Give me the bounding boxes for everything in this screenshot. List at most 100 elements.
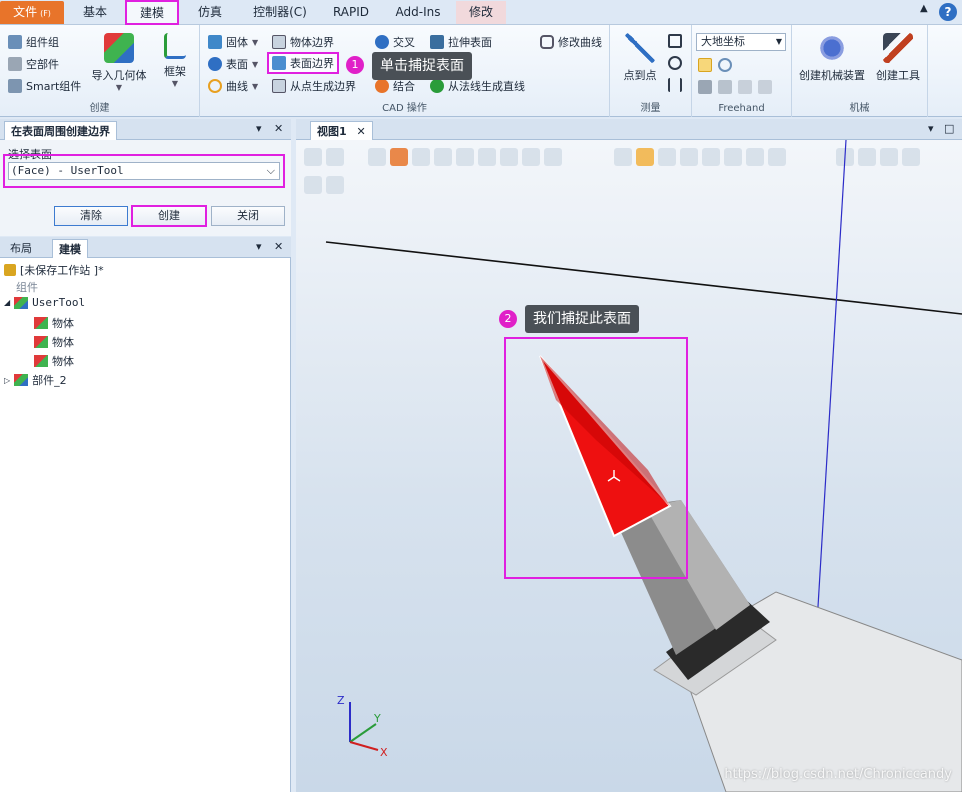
surface-globe-icon (208, 57, 222, 71)
chevron-down-icon: ▼ (115, 83, 123, 92)
move-icon[interactable] (698, 58, 712, 72)
tree-station[interactable]: [未保存工作站 ]* (4, 262, 104, 278)
tree-panel: [未保存工作站 ]* 组件 ◢ UserTool 物体 物体 物体 ▷ 部件_2 (0, 258, 291, 792)
intersect-label: 交叉 (393, 36, 415, 49)
body-icon (34, 355, 48, 367)
boundary-panel-title[interactable]: 在表面周围创建边界 (4, 121, 117, 140)
clear-button[interactable]: 清除 (54, 206, 128, 226)
close-button[interactable]: 关闭 (211, 206, 285, 226)
point-to-point-button[interactable]: 点到点 (618, 33, 662, 83)
smart-component-button[interactable]: Smart组件 (8, 78, 81, 94)
tab-modeling-tree[interactable]: 建模 (52, 239, 88, 258)
tab-addins[interactable]: Add-Ins (384, 1, 452, 24)
maximize-icon[interactable]: □ (944, 122, 954, 135)
close-icon[interactable]: ✕ (274, 240, 283, 253)
group-mechanism: 创建机械装置 创建工具 机械 (792, 25, 928, 117)
chevron-down-icon[interactable]: ▾ (928, 122, 934, 135)
boundary-from-points-button[interactable]: 从点生成边界 (272, 78, 356, 94)
tree-part2[interactable]: ▷ 部件_2 (4, 372, 67, 388)
line-from-normal-button[interactable]: 从法线生成直线 (430, 78, 525, 94)
rotate-icon[interactable] (718, 58, 732, 72)
viewport-3d[interactable]: Z Y X 2 我们捕捉此表面 https://blog.csdn.net/Ch… (296, 140, 962, 792)
close-icon[interactable]: ✕ (357, 125, 366, 138)
component-group-button[interactable]: 组件组 (8, 34, 59, 50)
curve-button[interactable]: 曲线 ▼ (208, 78, 258, 94)
group-cad-label: CAD 操作 (382, 103, 427, 114)
chevron-down-icon: ▼ (252, 81, 259, 91)
modify-curve-label: 修改曲线 (558, 36, 602, 49)
group-mechanism-label: 机械 (849, 103, 870, 114)
body-icon (34, 317, 48, 329)
solid-label: 固体 (226, 36, 248, 49)
chevron-down-icon: ▼ (775, 37, 782, 46)
component-icon (14, 374, 29, 386)
solid-button[interactable]: 固体 ▼ (208, 34, 258, 50)
help-icon[interactable]: ? (939, 3, 957, 21)
diameter-measure-icon[interactable] (668, 56, 682, 70)
tree-body-2[interactable]: 物体 (34, 334, 74, 350)
gears-icon (817, 33, 847, 63)
empty-part-button[interactable]: 空部件 (8, 56, 59, 72)
tab-modeling[interactable]: 建模 (125, 0, 179, 25)
tree-usertool-label: UserTool (32, 296, 86, 309)
distance-measure-icon[interactable] (668, 78, 682, 92)
world-axis-line (815, 140, 847, 641)
tab-view1[interactable]: 视图1 ✕ (310, 121, 373, 140)
tree-usertool[interactable]: ◢ UserTool (4, 296, 85, 309)
group-create-label: 创建 (89, 103, 110, 114)
chevron-down-icon[interactable]: ▾ (256, 240, 262, 253)
select-surface-dropdown[interactable]: (Face) - UserTool ⌵ (8, 162, 280, 180)
frame-axes-icon (164, 33, 186, 59)
tab-layout[interactable]: 布局 (4, 239, 38, 258)
line-from-normal-label: 从法线生成直线 (448, 80, 525, 93)
jog-reorient-icon[interactable] (738, 80, 752, 94)
tree-body-1[interactable]: 物体 (34, 315, 74, 331)
create-button[interactable]: 创建 (131, 205, 207, 227)
component-group-label: 组件组 (26, 36, 59, 49)
tree-body-3[interactable]: 物体 (34, 353, 74, 369)
union-icon (375, 79, 389, 93)
chevron-down-icon[interactable]: ▾ (256, 122, 262, 135)
axis-y-label: Y (373, 712, 381, 725)
jog-linear-icon[interactable] (718, 80, 732, 94)
tab-controller[interactable]: 控制器(C) (242, 1, 318, 24)
frame-button[interactable]: 框架 ▼ (156, 33, 194, 88)
jog-tcp-icon[interactable] (758, 80, 772, 94)
boundary-from-points-label: 从点生成边界 (290, 80, 356, 93)
chevron-down-icon: ▼ (252, 37, 259, 47)
watermark: https://blog.csdn.net/Chroniccandy (724, 767, 952, 782)
body-boundary-button[interactable]: 物体边界 (272, 34, 334, 50)
tab-basic[interactable]: 基本 (70, 1, 120, 24)
close-icon[interactable]: ✕ (274, 122, 283, 135)
collapse-triangle-icon: ◢ (4, 298, 11, 307)
tab-modify[interactable]: 修改 (456, 1, 506, 24)
coordinate-select-value: 大地坐标 (701, 35, 745, 48)
tab-file[interactable]: 文件 (F) (0, 1, 64, 24)
extrude-surface-button[interactable]: 拉伸表面 (430, 34, 492, 50)
coordinate-select[interactable]: 大地坐标 ▼ (696, 33, 786, 51)
menu-bar: 文件 (F) 基本 建模 仿真 控制器(C) RAPID Add-Ins 修改 ▲… (0, 0, 962, 25)
chevron-up-icon[interactable]: ▲ (920, 3, 934, 21)
viewport-header: 视图1 ✕ ▾ □ (296, 119, 962, 140)
callout-1: 单击捕捉表面 (372, 52, 472, 80)
create-tool-button[interactable]: 创建工具 (872, 33, 924, 83)
surface-boundary-button[interactable]: 表面边界 (267, 52, 339, 74)
surface-boundary-label: 表面边界 (290, 57, 334, 70)
jog-joint-icon[interactable] (698, 80, 712, 94)
import-geometry-button[interactable]: 导入几何体 ▼ (88, 33, 150, 92)
intersect-button[interactable]: 交叉 (375, 34, 415, 50)
surface-button[interactable]: 表面 ▼ (208, 56, 258, 72)
tree-body-3-label: 物体 (52, 355, 74, 368)
tab-rapid[interactable]: RAPID (322, 1, 380, 24)
tab-simulation[interactable]: 仿真 (184, 1, 236, 24)
tree-group[interactable]: 组件 (16, 279, 38, 295)
smart-component-label: Smart组件 (26, 80, 82, 93)
surface-label: 表面 (226, 58, 248, 71)
angle-measure-icon[interactable] (668, 34, 682, 48)
line-from-normal-icon (430, 79, 444, 93)
ribbon: 组件组 空部件 Smart组件 导入几何体 ▼ 框架 ▼ 创建 固体 ▼ 表面 … (0, 25, 962, 117)
group-freehand: 大地坐标 ▼ Freehand (692, 25, 792, 117)
create-mechanism-button[interactable]: 创建机械装置 (796, 33, 868, 83)
union-button[interactable]: 结合 (375, 78, 415, 94)
modify-curve-button[interactable]: 修改曲线 (540, 34, 602, 50)
